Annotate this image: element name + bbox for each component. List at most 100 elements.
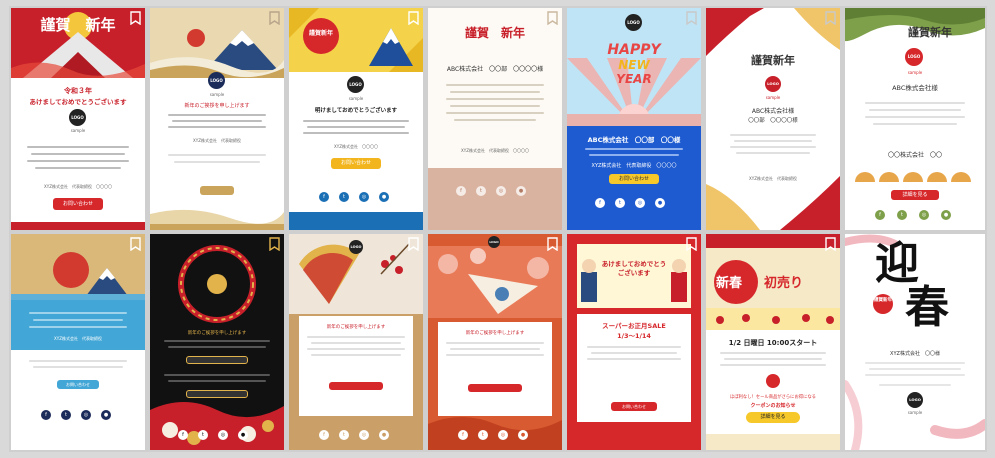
facebook-icon[interactable]: f	[178, 430, 188, 440]
twitter-icon[interactable]: t	[198, 430, 208, 440]
recipient-company: ABC株式会社様	[892, 84, 938, 92]
detail-button[interactable]: 詳細を見る	[891, 190, 939, 200]
logo-sample: sample	[765, 95, 781, 100]
twitter-icon[interactable]: t	[897, 210, 907, 220]
logo-badge: LOGO	[347, 76, 364, 93]
template-card-7[interactable]: 謹賀新年 LOGO sample ABC株式会社様 〇〇株式会社 〇〇 詳細を見…	[845, 8, 985, 230]
detail-button-2[interactable]	[186, 390, 248, 398]
bookmark-icon[interactable]	[825, 237, 836, 251]
bookmark-icon[interactable]	[547, 11, 558, 25]
sender-line: 〇〇株式会社 〇〇	[887, 152, 942, 159]
line-icon[interactable]: ●	[941, 210, 951, 220]
sender-line: XYZ株式会社 〇〇〇〇	[334, 144, 378, 149]
facebook-icon[interactable]: f	[458, 430, 468, 440]
logo-sample: sample	[70, 128, 86, 133]
bookmark-icon[interactable]	[130, 237, 141, 251]
facebook-icon[interactable]: f	[875, 210, 885, 220]
contact-button[interactable]: お問い合わせ	[609, 174, 659, 184]
line-icon[interactable]: ●	[101, 410, 111, 420]
contact-button[interactable]: お問い合わせ	[331, 158, 381, 169]
facebook-icon[interactable]: f	[41, 410, 51, 420]
template-card-9[interactable]: 新年のご挨拶を申し上げます f t ◎ ●	[150, 234, 284, 450]
template-card-14[interactable]: 迎 春 謹賀新年 XYZ株式会社 〇〇様 LOGO sample	[845, 234, 985, 450]
template-card-8[interactable]: XYZ株式会社 代表取締役 お問い合わせ f t ◎ ●	[11, 234, 145, 450]
line-icon[interactable]: ●	[238, 430, 248, 440]
facebook-icon[interactable]: f	[456, 186, 466, 196]
cta-button[interactable]	[200, 186, 234, 195]
template-gallery: 謹賀 新年 令和３年 あけましておめでとうございます LOGO sample X…	[9, 6, 987, 452]
twitter-icon[interactable]: t	[61, 410, 71, 420]
greeting-line: 明けましておめでとうございます	[314, 108, 398, 114]
greeting-line: 新年のご挨拶を申し上げます	[465, 331, 525, 336]
bookmark-icon[interactable]	[130, 11, 141, 25]
contact-button[interactable]: お問い合わせ	[53, 198, 103, 210]
detail-button[interactable]	[329, 382, 383, 390]
bookmark-icon[interactable]	[408, 237, 419, 251]
bookmark-icon[interactable]	[686, 11, 697, 25]
detail-button[interactable]: 詳細を見る	[746, 412, 800, 423]
logo-badge: LOGO	[349, 240, 363, 254]
greeting-badge-text: 謹賀新年	[874, 298, 892, 303]
template-card-5[interactable]: LOGO HAPPY NEW YEAR ABC株式会社 〇〇部 〇〇様 XYZ株…	[567, 8, 701, 230]
year-headline: YEAR	[616, 72, 652, 86]
instagram-icon[interactable]: ◎	[496, 186, 506, 196]
bookmark-icon[interactable]	[269, 11, 280, 25]
instagram-icon[interactable]: ◎	[635, 198, 645, 208]
greeting-badge	[873, 294, 893, 314]
template-card-2[interactable]: LOGO sample 新年のご挨拶を申し上げます XYZ株式会社 代表取締役	[150, 8, 284, 230]
line-icon[interactable]: ●	[518, 430, 528, 440]
instagram-icon[interactable]: ◎	[81, 410, 91, 420]
recipient-line: ABC株式会社 〇〇部 〇〇〇〇様	[446, 66, 544, 73]
instagram-icon[interactable]: ◎	[359, 192, 369, 202]
bookmark-icon[interactable]	[408, 11, 419, 25]
instagram-icon[interactable]: ◎	[359, 430, 369, 440]
template-card-1[interactable]: 謹賀 新年 令和３年 あけましておめでとうございます LOGO sample X…	[11, 8, 145, 230]
line-icon[interactable]: ●	[379, 192, 389, 202]
template-card-3[interactable]: 謹賀新年 LOGO sample 明けましておめでとうございます XYZ株式会社…	[289, 8, 423, 230]
line-icon[interactable]: ●	[655, 198, 665, 208]
greeting-title: 謹賀 新年	[40, 16, 116, 34]
sale-dates: 1/3〜1/14	[617, 332, 651, 340]
contact-button[interactable]: お問い合わせ	[611, 402, 657, 411]
shinshun-headline: 新春	[716, 276, 743, 291]
detail-button[interactable]	[186, 356, 248, 364]
instagram-icon[interactable]: ◎	[919, 210, 929, 220]
instagram-icon[interactable]: ◎	[498, 430, 508, 440]
shun-character: 春	[905, 282, 949, 333]
happy-headline: HAPPY	[607, 42, 661, 58]
facebook-icon[interactable]: f	[319, 430, 329, 440]
sender-line: XYZ株式会社 代表取締役 〇〇〇〇	[591, 163, 677, 169]
facebook-icon[interactable]: f	[319, 192, 329, 202]
contact-button[interactable]: お問い合わせ	[57, 380, 99, 389]
fuji-illustration	[369, 28, 413, 66]
template-card-12[interactable]: あけましておめでとうございます スーパーお正月SALE 1/3〜1/14 お問い…	[567, 234, 701, 450]
logo-badge: LOGO	[907, 392, 923, 408]
template-card-10[interactable]: LOGO 新年のご挨拶を申し上げます f t ◎ ●	[289, 234, 423, 450]
facebook-icon[interactable]: f	[595, 198, 605, 208]
twitter-icon[interactable]: t	[615, 198, 625, 208]
line-icon[interactable]: ●	[379, 430, 389, 440]
detail-button[interactable]	[468, 384, 522, 392]
instagram-icon[interactable]: ◎	[218, 430, 228, 440]
twitter-icon[interactable]: t	[476, 186, 486, 196]
bookmark-icon[interactable]	[269, 237, 280, 251]
template-card-13[interactable]: 新春 初売り 1/2 日曜日 10:00スタート ほぼ利なし！セール商品がさらに…	[706, 234, 840, 450]
coupon-line-2: クーポンのお知らせ	[750, 403, 796, 409]
template-card-11[interactable]: LOGO 新年のご挨拶を申し上げます f t ◎ ●	[428, 234, 562, 450]
bookmark-icon[interactable]	[547, 237, 558, 251]
twitter-icon[interactable]: t	[339, 430, 349, 440]
greeting-headline: あけましておめでとうございます	[601, 260, 667, 277]
logo-sample: sample	[348, 96, 364, 101]
bookmark-icon[interactable]	[686, 237, 697, 251]
line-icon[interactable]: ●	[516, 186, 526, 196]
bookmark-icon[interactable]	[825, 11, 836, 25]
twitter-icon[interactable]: t	[478, 430, 488, 440]
recipient-dept: 〇〇部 〇〇〇〇様	[748, 118, 798, 124]
sender-line: XYZ株式会社 代表取締役 〇〇〇〇	[44, 184, 112, 189]
twitter-icon[interactable]: t	[339, 192, 349, 202]
start-date: 1/2 日曜日 10:00スタート	[728, 339, 818, 347]
logo-badge: LOGO	[488, 236, 500, 248]
template-card-6[interactable]: 謹賀新年 LOGO sample ABC株式会社様 〇〇部 〇〇〇〇様 XYZ株…	[706, 8, 840, 230]
template-card-4[interactable]: 謹賀 新年 ABC株式会社 〇〇部 〇〇〇〇様 XYZ株式会社 代表取締役 〇〇…	[428, 8, 562, 230]
gold-fuji-banner	[11, 234, 145, 300]
